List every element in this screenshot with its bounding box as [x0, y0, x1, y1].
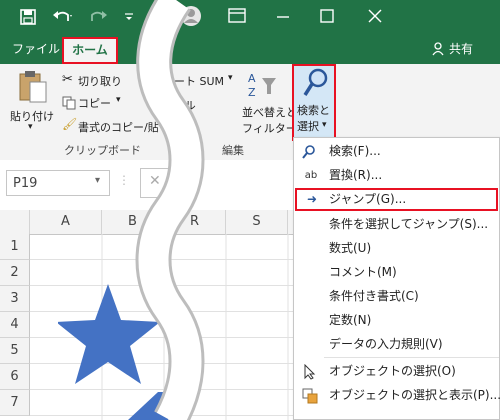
sort-filter-label-1[interactable]: 並べ替えと: [242, 104, 297, 120]
arrow-right-icon: ➜: [306, 192, 318, 206]
menu-item-select-objects[interactable]: オブジェクトの選択(O): [294, 360, 499, 383]
menu-separator: [324, 357, 499, 358]
row-header[interactable]: 3: [0, 286, 30, 312]
menu-item-replace[interactable]: ab 置換(R)...: [294, 164, 499, 187]
find-select-label-1: 検索と: [297, 104, 330, 117]
undo-icon[interactable]: [52, 9, 74, 25]
menu-item-label: 置換(R)...: [329, 168, 383, 182]
row-header[interactable]: 5: [0, 338, 30, 364]
ribbon-tabs: ファイル ホーム 共有: [0, 34, 500, 64]
column-header-a[interactable]: A: [30, 210, 102, 234]
row-header[interactable]: 6: [0, 364, 30, 390]
select-all-corner[interactable]: [0, 210, 30, 234]
ribbon-display-options-icon[interactable]: [228, 8, 246, 24]
torn-divider-decoration: [135, 0, 205, 420]
sort-filter-label-2[interactable]: フィルター: [242, 120, 297, 136]
cut-label[interactable]: 切り取り: [78, 73, 122, 89]
menu-item-comments[interactable]: コメント(M): [294, 261, 499, 284]
menu-item-label: 条件付き書式(C): [329, 289, 419, 303]
menu-item-label: コメント(M): [329, 265, 397, 279]
menu-item-label: 定数(N): [329, 313, 372, 327]
redo-icon[interactable]: [86, 9, 114, 25]
svg-text:Z: Z: [248, 86, 256, 99]
menu-item-label: オブジェクトの選択と表示(P)...: [329, 388, 500, 402]
menu-item-label: 数式(U): [329, 241, 372, 255]
tab-home[interactable]: ホーム: [62, 37, 118, 64]
maximize-icon[interactable]: [320, 9, 334, 23]
menu-item-label: オブジェクトの選択(O): [329, 364, 456, 378]
replace-icon: ab: [304, 170, 318, 181]
copy-label[interactable]: コピー: [78, 95, 111, 111]
copy-icon[interactable]: [62, 96, 76, 110]
close-icon[interactable]: [368, 9, 382, 23]
share-button[interactable]: 共有: [449, 40, 473, 57]
name-box-value: P19: [13, 176, 38, 191]
svg-text:A: A: [248, 72, 256, 85]
find-select-menu: 検索(F)... ab 置換(R)... ➜ ジャンプ(G)... 条件を選択し…: [293, 137, 500, 420]
row-header[interactable]: 7: [0, 390, 30, 416]
find-select-label-2: 選択: [297, 120, 319, 133]
menu-item-selection-pane[interactable]: オブジェクトの選択と表示(P)...: [294, 384, 500, 407]
format-painter-icon[interactable]: 🖌: [62, 117, 77, 131]
row-header[interactable]: 1: [0, 234, 30, 260]
menu-item-label: 条件を選択してジャンプ(S)...: [329, 217, 489, 231]
menu-item-conditional-formatting[interactable]: 条件付き書式(C): [294, 285, 499, 308]
menu-item-data-validation[interactable]: データの入力規則(V): [294, 333, 499, 356]
paste-icon[interactable]: [18, 70, 48, 104]
row-header[interactable]: 4: [0, 312, 30, 338]
menu-item-label: 検索(F)...: [329, 144, 381, 158]
pointer-icon: [304, 364, 316, 380]
paste-dropdown-icon[interactable]: ▾: [28, 122, 33, 132]
column-header-s[interactable]: S: [226, 210, 288, 234]
name-box-dropdown-icon[interactable]: ▾: [95, 175, 100, 186]
find-select-button[interactable]: 検索と 選択 ▾: [292, 64, 336, 141]
autosum-dropdown-icon[interactable]: ▾: [228, 73, 233, 83]
title-bar: [0, 0, 500, 34]
tab-file[interactable]: ファイル: [12, 40, 60, 57]
search-icon: [302, 145, 315, 159]
find-select-dropdown-icon: ▾: [322, 120, 327, 130]
menu-item-goto[interactable]: ➜ ジャンプ(G)...: [295, 188, 498, 211]
row-header[interactable]: 2: [0, 260, 30, 286]
editing-group-label: 編集: [222, 144, 244, 157]
magnifier-icon: [303, 68, 328, 96]
menu-item-formulas[interactable]: 数式(U): [294, 237, 499, 260]
minimize-icon[interactable]: [276, 15, 290, 19]
menu-item-constants[interactable]: 定数(N): [294, 309, 499, 332]
name-box[interactable]: P19 ▾: [6, 170, 110, 196]
sort-filter-icon[interactable]: A Z: [246, 70, 280, 100]
selection-pane-icon: [302, 388, 318, 404]
share-icon[interactable]: [432, 42, 446, 56]
menu-item-goto-special[interactable]: 条件を選択してジャンプ(S)...: [294, 213, 499, 236]
menu-item-label: ジャンプ(G)...: [329, 192, 407, 206]
menu-item-find[interactable]: 検索(F)...: [294, 140, 499, 163]
scissors-icon[interactable]: ✂: [62, 72, 73, 87]
menu-item-label: データの入力規則(V): [329, 337, 443, 351]
save-icon[interactable]: [20, 9, 36, 25]
